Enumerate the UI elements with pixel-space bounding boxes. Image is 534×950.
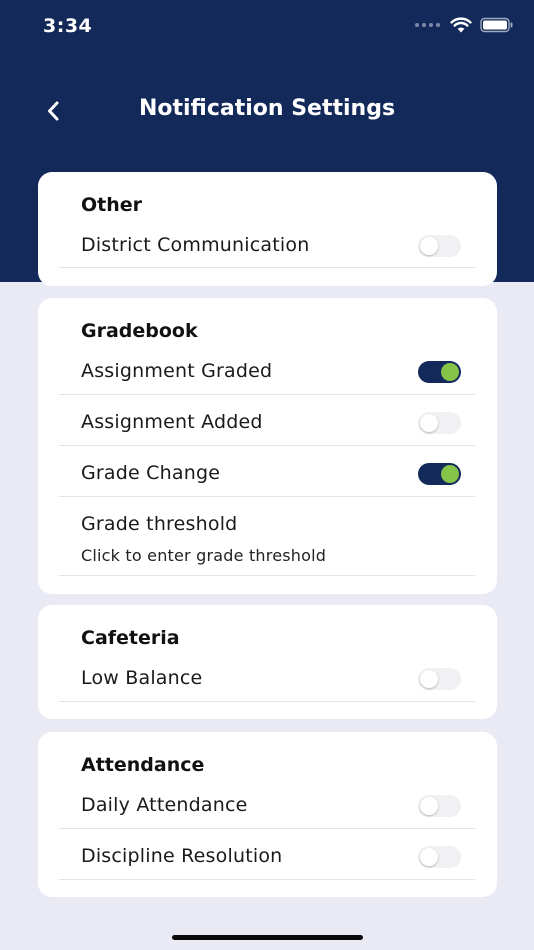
divider	[59, 445, 475, 446]
setting-label: Discipline Resolution	[81, 845, 283, 867]
divider	[59, 701, 475, 702]
status-bar: 3:34	[0, 0, 534, 54]
card-other: Other District Communication	[38, 172, 497, 286]
setting-row-low-balance[interactable]: Low Balance	[38, 665, 497, 701]
discipline-resolution-toggle[interactable]	[418, 846, 461, 868]
card-cafeteria: Cafeteria Low Balance	[38, 605, 497, 719]
daily-attendance-toggle[interactable]	[418, 795, 461, 817]
setting-label: Grade Change	[81, 462, 221, 484]
status-time: 3:34	[43, 15, 93, 37]
divider	[59, 496, 475, 497]
setting-label: Daily Attendance	[81, 794, 248, 816]
section-title-attendance: Attendance	[81, 754, 205, 776]
divider	[59, 267, 475, 268]
card-gradebook: Gradebook Assignment Graded Assignment A…	[38, 298, 497, 594]
setting-row-assignment-graded[interactable]: Assignment Graded	[38, 358, 497, 394]
low-balance-toggle[interactable]	[418, 668, 461, 690]
status-icons	[415, 17, 514, 33]
setting-label: Assignment Added	[81, 411, 263, 433]
section-title-gradebook: Gradebook	[81, 320, 198, 342]
setting-label: District Communication	[81, 234, 310, 256]
setting-row-assignment-added[interactable]: Assignment Added	[38, 409, 497, 445]
divider	[59, 879, 475, 880]
section-title-cafeteria: Cafeteria	[81, 627, 180, 649]
divider	[59, 575, 475, 576]
page-title: Notification Settings	[138, 96, 396, 121]
district-communication-toggle[interactable]	[418, 235, 461, 257]
setting-row-daily-attendance[interactable]: Daily Attendance	[38, 792, 497, 828]
setting-row-grade-change[interactable]: Grade Change	[38, 460, 497, 496]
grade-threshold-row[interactable]: Grade threshold Click to enter grade thr…	[38, 511, 497, 575]
divider	[59, 394, 475, 395]
wifi-icon	[450, 17, 472, 33]
setting-label: Low Balance	[81, 667, 203, 689]
setting-row-district-communication[interactable]: District Communication	[38, 232, 497, 268]
battery-icon	[480, 17, 513, 33]
section-title-other: Other	[81, 194, 143, 216]
divider	[59, 828, 475, 829]
grade-threshold-label: Grade threshold	[81, 513, 238, 535]
grade-threshold-hint: Click to enter grade threshold	[81, 546, 327, 565]
navigation-bar: Notification Settings	[0, 86, 534, 136]
card-attendance: Attendance Daily Attendance Discipline R…	[38, 732, 497, 897]
setting-row-discipline-resolution[interactable]: Discipline Resolution	[38, 843, 497, 879]
grade-change-toggle[interactable]	[418, 463, 461, 485]
setting-label: Assignment Graded	[81, 360, 273, 382]
cellular-signal-icon	[415, 23, 440, 27]
home-indicator[interactable]	[172, 935, 363, 940]
assignment-graded-toggle[interactable]	[418, 361, 461, 383]
assignment-added-toggle[interactable]	[418, 412, 461, 434]
